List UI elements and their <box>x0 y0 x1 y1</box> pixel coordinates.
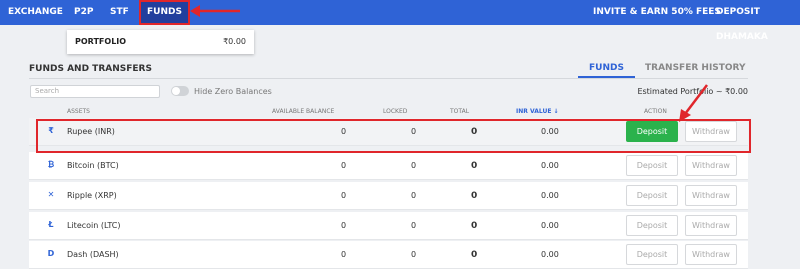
asset-name: Ripple (XRP) <box>67 191 117 200</box>
available-balance: 0 <box>341 191 347 200</box>
nav-exchange[interactable]: EXCHANGE <box>8 0 63 25</box>
col-header-available: AVAILABLE BALANCE <box>272 108 335 115</box>
deposit-button[interactable]: Deposit <box>626 215 678 236</box>
table-row: D Dash (DASH) 0 0 0 0.00 Deposit Withdraw <box>29 241 748 269</box>
ripple-icon: ✕ <box>47 190 55 199</box>
deposit-button[interactable]: Deposit <box>626 155 678 176</box>
inr-value: 0.00 <box>541 250 559 259</box>
col-header-locked: LOCKED <box>383 108 408 115</box>
nav-stf[interactable]: STF <box>110 0 129 25</box>
asset-name: Dash (DASH) <box>67 250 119 259</box>
locked-balance: 0 <box>411 191 417 200</box>
withdraw-button[interactable]: Withdraw <box>685 215 737 236</box>
annotation-highlight-box <box>36 119 751 153</box>
withdraw-button[interactable]: Withdraw <box>685 244 737 265</box>
inr-value: 0.00 <box>541 161 559 170</box>
hide-zero-label: Hide Zero Balances <box>194 87 272 96</box>
deposit-button[interactable]: Deposit <box>626 244 678 265</box>
table-row: ₿ Bitcoin (BTC) 0 0 0 0.00 Deposit Withdraw <box>29 152 748 180</box>
tab-funds[interactable]: FUNDS <box>589 63 624 73</box>
portfolio-label: PORTFOLIO <box>75 37 127 46</box>
total-balance: 0 <box>471 191 478 201</box>
dash-icon: D <box>47 249 55 258</box>
search-placeholder: Search <box>35 87 60 95</box>
portfolio-dropdown[interactable]: PORTFOLIO ₹0.00 <box>67 30 254 54</box>
nav-deposit-dhamaka[interactable]: DEPOSIT DHAMAKA <box>716 0 800 42</box>
search-input[interactable]: Search <box>30 85 160 98</box>
deposit-button[interactable]: Deposit <box>626 185 678 206</box>
locked-balance: 0 <box>411 161 417 170</box>
annotation-arrow-icon <box>190 5 240 17</box>
col-header-assets: ASSETS <box>67 108 90 115</box>
withdraw-button[interactable]: Withdraw <box>685 185 737 206</box>
table-row: ✕ Ripple (XRP) 0 0 0 0.00 Deposit Withdraw <box>29 182 748 210</box>
tab-transfer-history[interactable]: TRANSFER HISTORY <box>645 63 746 73</box>
asset-name: Litecoin (LTC) <box>67 221 121 230</box>
locked-balance: 0 <box>411 221 417 230</box>
nav-invite-earn[interactable]: INVITE & EARN 50% FEES <box>593 0 721 25</box>
hide-zero-toggle[interactable] <box>171 86 189 96</box>
total-balance: 0 <box>471 221 478 231</box>
table-row: Ł Litecoin (LTC) 0 0 0 0.00 Deposit Withdraw <box>29 212 748 240</box>
inr-value: 0.00 <box>541 191 559 200</box>
nav-p2p[interactable]: P2P <box>74 0 93 25</box>
annotation-arrow-icon <box>679 84 708 122</box>
portfolio-value: ₹0.00 <box>223 37 246 46</box>
nav-funds[interactable]: FUNDS <box>139 0 190 25</box>
toggle-knob <box>172 87 180 95</box>
available-balance: 0 <box>341 221 347 230</box>
available-balance: 0 <box>341 250 347 259</box>
section-divider <box>29 78 748 79</box>
section-title: FUNDS AND TRANSFERS <box>29 64 152 74</box>
total-balance: 0 <box>471 250 478 260</box>
available-balance: 0 <box>341 161 347 170</box>
asset-name: Bitcoin (BTC) <box>67 161 119 170</box>
col-header-inr-value[interactable]: INR VALUE ↓ <box>516 108 559 115</box>
total-balance: 0 <box>471 161 478 171</box>
locked-balance: 0 <box>411 250 417 259</box>
withdraw-button[interactable]: Withdraw <box>685 155 737 176</box>
col-header-total: TOTAL <box>450 108 470 115</box>
inr-value: 0.00 <box>541 221 559 230</box>
col-header-action: ACTION <box>644 108 667 115</box>
litecoin-icon: Ł <box>48 220 54 229</box>
bitcoin-icon: ₿ <box>47 160 55 169</box>
